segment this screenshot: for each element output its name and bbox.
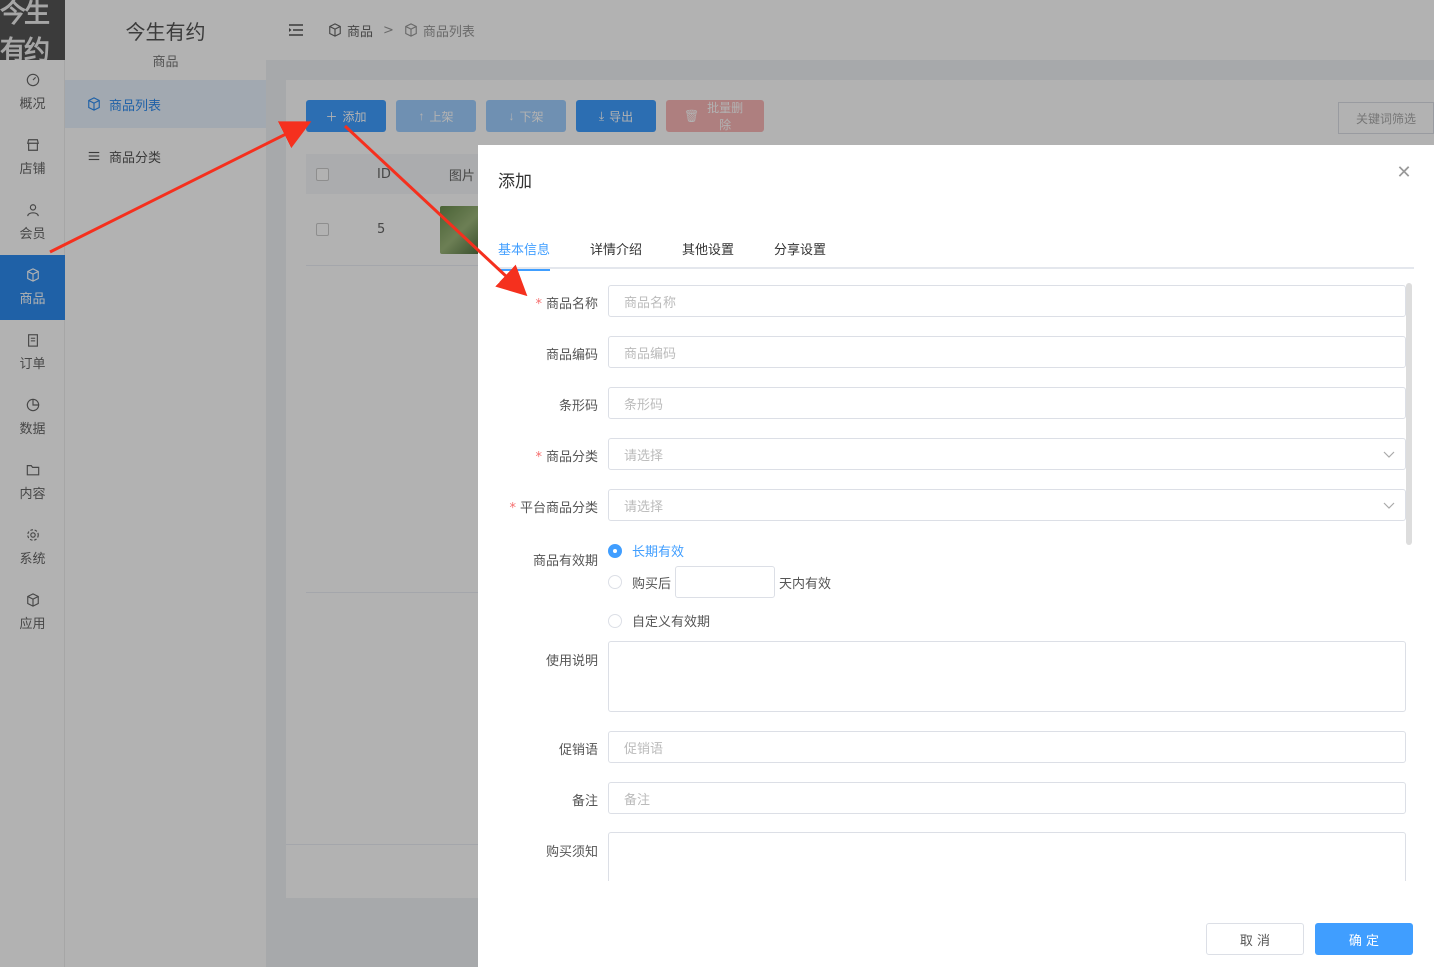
add-goods-drawer: 添加 ✕ 基本信息 详情介绍 其他设置 分享设置 * 商品名称 商品名称 商品编码… <box>478 145 1434 967</box>
required-mark: * <box>535 297 542 312</box>
days-suffix: 天内有效 <box>779 576 832 592</box>
field-label: * 商品名称 <box>535 293 598 312</box>
goods-name-input[interactable]: 商品名称 <box>608 285 1406 317</box>
promo-input[interactable]: 促销语 <box>608 731 1406 763</box>
field-label-text: 平台商品分类 <box>519 501 598 516</box>
radio-dot <box>608 575 622 589</box>
field-label: * 商品分类 <box>535 446 598 465</box>
drawer-tabs: 基本信息 详情介绍 其他设置 分享设置 <box>498 239 1414 271</box>
field-label: 备注 <box>571 794 598 809</box>
radio-dot <box>608 613 622 628</box>
radio-after-purchase[interactable]: 购买后 天内有效 <box>608 566 831 598</box>
cancel-button[interactable]: 取 消 <box>1206 923 1304 955</box>
close-icon[interactable]: ✕ <box>1394 163 1414 183</box>
radio-label: 长期有效 <box>632 545 685 560</box>
chevron-down-icon <box>1383 502 1395 509</box>
tab-detail[interactable]: 详情介绍 <box>590 239 642 269</box>
tab-other-settings[interactable]: 其他设置 <box>682 239 734 269</box>
radio-long-term[interactable]: 长期有效 <box>608 541 684 560</box>
field-label: 商品有效期 <box>532 554 598 569</box>
category-select[interactable]: 请选择 <box>608 438 1406 470</box>
confirm-button[interactable]: 确 定 <box>1315 923 1413 955</box>
chevron-down-icon <box>1383 451 1395 458</box>
select-placeholder: 请选择 <box>624 448 664 464</box>
field-label: 商品编码 <box>545 348 598 363</box>
platform-category-select[interactable]: 请选择 <box>608 489 1406 521</box>
notice-textarea[interactable] <box>608 832 1406 881</box>
remark-input[interactable]: 备注 <box>608 782 1406 814</box>
select-placeholder: 请选择 <box>624 499 664 515</box>
goods-code-input[interactable]: 商品编码 <box>608 336 1406 368</box>
tab-share-settings[interactable]: 分享设置 <box>774 239 826 269</box>
field-label: 条形码 <box>558 399 598 414</box>
usage-textarea[interactable] <box>608 641 1406 712</box>
days-input[interactable] <box>675 566 776 598</box>
field-label: 购买须知 <box>545 845 598 860</box>
field-label: 使用说明 <box>545 654 598 669</box>
radio-custom[interactable]: 自定义有效期 <box>608 611 710 630</box>
radio-label: 自定义有效期 <box>632 615 711 630</box>
required-mark: * <box>535 450 542 465</box>
barcode-input[interactable]: 条形码 <box>608 387 1406 419</box>
field-label: 促销语 <box>558 743 598 758</box>
radio-dot <box>608 543 622 558</box>
field-label-text: 商品分类 <box>545 450 598 465</box>
required-mark: * <box>509 501 516 516</box>
field-label-text: 商品名称 <box>545 297 598 312</box>
drawer-title: 添加 <box>498 172 532 192</box>
field-label: * 平台商品分类 <box>509 497 598 516</box>
tab-basic-info[interactable]: 基本信息 <box>498 239 551 271</box>
radio-label: 购买后 <box>632 576 672 592</box>
basic-info-form: * 商品名称 商品名称 商品编码 商品编码 条形码 条形码 * 商品分类 请选择 *… <box>478 281 1418 881</box>
